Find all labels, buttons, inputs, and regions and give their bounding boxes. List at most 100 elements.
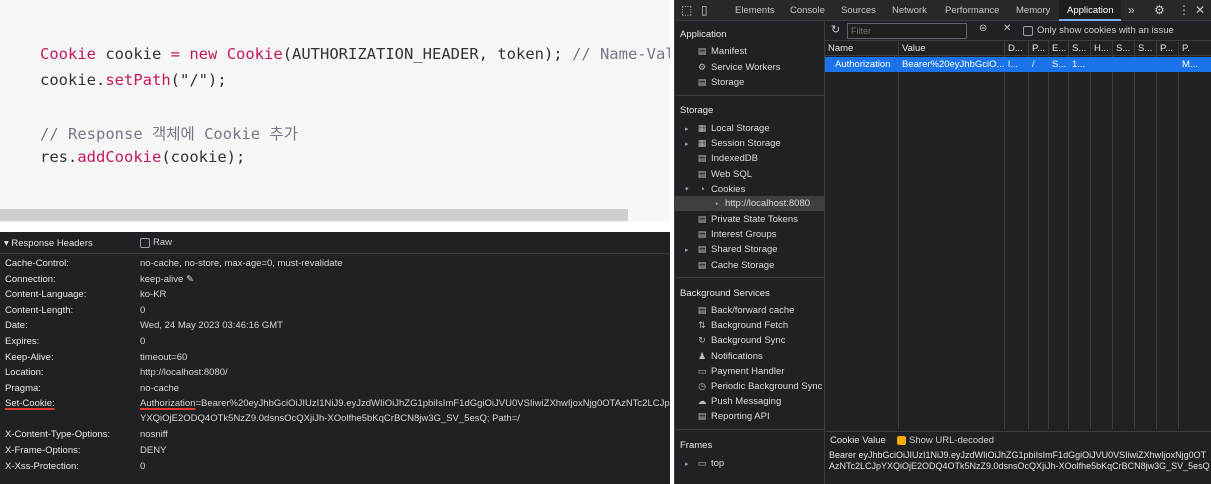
code-token: cookie (96, 45, 171, 63)
sidebar-item-service-workers[interactable]: ⚙ Service Workers (685, 60, 781, 75)
column-divider (1005, 56, 1029, 429)
sidebar-item-cookies[interactable]: ▾ ◔ Cookies (685, 182, 745, 197)
expand-arrow-icon[interactable]: ▸ (685, 125, 693, 133)
delete-selected-icon[interactable]: ✕ (1003, 23, 1011, 34)
tab-network[interactable]: Network (892, 5, 927, 16)
sidebar-item-cookie-origin[interactable]: ◔ http://localhost:8080 (675, 196, 824, 211)
sidebar-item-shared-storage[interactable]: ▸ ▤ Shared Storage (685, 242, 778, 257)
sidebar-item-notifications[interactable]: ♟ Notifications (685, 349, 763, 364)
header-value: http://localhost:8080/ (140, 367, 228, 379)
sidebar-item-label: Background Sync (711, 335, 786, 347)
header-row: Date: Wed, 24 May 2023 03:46:16 GMT (0, 320, 670, 335)
sidebar-item-storage[interactable]: ▤ Storage (685, 75, 745, 90)
column-header[interactable]: D... (1005, 41, 1029, 56)
header-row: X-Xss-Protection: 0 (0, 461, 670, 476)
code-scrollbar-thumb[interactable] (0, 209, 628, 221)
tab-elements[interactable]: Elements (735, 5, 775, 16)
column-header[interactable]: S... (1113, 41, 1135, 56)
sidebar-item-back-forward-cache[interactable]: ▤ Back/forward cache (685, 303, 795, 318)
gear-icon[interactable]: ⚙ (1154, 3, 1165, 17)
close-icon[interactable]: ✕ (1195, 3, 1205, 17)
header-value: timeout=60 (140, 351, 188, 363)
response-headers-toggle[interactable]: ▾ Response Headers (4, 238, 93, 249)
table-icon: ▦ (697, 123, 707, 133)
header-row: Pragma: no-cache (0, 383, 670, 398)
sidebar-item-label: Background Fetch (711, 320, 789, 332)
only-issue-checkbox[interactable] (1023, 25, 1033, 36)
device-toolbar-icon[interactable]: ▯ (701, 3, 708, 17)
header-name: X-Frame-Options: (5, 445, 81, 456)
expand-arrow-icon[interactable]: ▾ (685, 185, 693, 193)
column-header[interactable]: S... (1135, 41, 1157, 56)
tab-performance[interactable]: Performance (945, 5, 999, 16)
sidebar-item-label: Payment Handler (711, 365, 785, 377)
sidebar-item-background-sync[interactable]: ↻ Background Sync (685, 333, 785, 348)
column-header[interactable]: H... (1091, 41, 1113, 56)
column-header[interactable]: E... (1049, 41, 1069, 56)
more-tabs-icon[interactable]: » (1128, 3, 1135, 17)
show-url-decoded-toggle[interactable]: Show URL-decoded (897, 435, 994, 446)
sidebar-item-web-sql[interactable]: ▤ Web SQL (685, 167, 752, 182)
sidebar-item-private-state-tokens[interactable]: ▤ Private State Tokens (685, 212, 798, 227)
cookie-filter-bar: ↻ ⊜ ✕ Only show cookies with an issue (825, 21, 1211, 41)
sidebar-item-reporting-api[interactable]: ▤ Reporting API (685, 409, 770, 424)
sidebar-item-indexeddb[interactable]: ▤ IndexedDB (685, 151, 758, 166)
header-row: Cache-Control: no-cache, no-store, max-ag… (0, 258, 670, 273)
header-name: Keep-Alive: (5, 351, 54, 363)
clear-filtered-cookies-icon[interactable]: ⊜ (979, 23, 987, 34)
column-header[interactable]: Value (899, 41, 1005, 56)
fetch-icon: ⇅ (698, 320, 706, 331)
column-header[interactable]: P... (1157, 41, 1179, 56)
cookie-cell: M... (1182, 59, 1198, 70)
tab-console[interactable]: Console (790, 5, 825, 16)
raw-checkbox[interactable] (140, 237, 150, 248)
sidebar-item-manifest[interactable]: ▤ Manifest (685, 44, 747, 59)
filter-input[interactable] (847, 23, 967, 39)
column-divider (1179, 56, 1211, 429)
sidebar-item-local-storage[interactable]: ▸ ▦ Local Storage (685, 121, 770, 136)
header-row: X-Content-Type-Options: nosniff (0, 429, 670, 444)
sidebar-item-push-messaging[interactable]: ☁ Push Messaging (685, 394, 782, 409)
tab-sources[interactable]: Sources (841, 5, 876, 16)
column-header[interactable]: P. (1179, 41, 1211, 56)
sidebar-item-label: Session Storage (711, 138, 781, 150)
sidebar-item-background-fetch[interactable]: ⇅ Background Fetch (685, 318, 788, 333)
cookie-row[interactable]: Authorization Bearer%20eyJhbGciO... l... / S… (825, 57, 1211, 72)
tab-application[interactable]: Application (1059, 0, 1122, 21)
sidebar-item-label: Shared Storage (711, 244, 778, 256)
response-headers-panel: ▾ Response Headers Raw Cache-Control: no-… (0, 232, 670, 484)
show-url-decoded-label: Show URL-decoded (909, 435, 995, 446)
sidebar-item-session-storage[interactable]: ▸ ▦ Session Storage (685, 136, 781, 151)
sidebar-item-label: top (711, 458, 725, 469)
header-value: nosniff (140, 429, 168, 441)
expand-arrow-icon[interactable]: ▸ (685, 140, 693, 148)
sidebar-item-cache-storage[interactable]: ▤ Cache Storage (685, 258, 775, 273)
column-header[interactable]: P... (1029, 41, 1049, 56)
document-icon: ▤ (697, 411, 707, 422)
inspect-element-icon[interactable]: ⬚ (681, 3, 692, 17)
kebab-menu-icon[interactable]: ⋮ (1178, 3, 1190, 17)
cookie-icon: ◔ (699, 184, 705, 195)
only-issue-toggle[interactable]: Only show cookies with an issue (1023, 25, 1174, 36)
sidebar-divider (675, 95, 824, 96)
code-token: Cookie (40, 45, 96, 63)
sidebar-item-payment-handler[interactable]: ▭ Payment Handler (685, 364, 785, 379)
column-header[interactable]: Name (825, 41, 899, 56)
refresh-icon[interactable]: ↻ (831, 23, 840, 36)
sidebar-item-frame-top[interactable]: ▸ ▭ top (685, 456, 724, 471)
header-name: Connection: (5, 273, 56, 285)
database-icon: ▤ (697, 305, 707, 315)
code-token: new (189, 45, 218, 63)
cookies-view: ↻ ⊜ ✕ Only show cookies with an issue Na… (825, 21, 1211, 484)
show-url-decoded-checkbox[interactable] (897, 436, 906, 445)
sidebar-item-periodic-background-sync[interactable]: ◷ Periodic Background Sync (685, 379, 822, 394)
sidebar-item-interest-groups[interactable]: ▤ Interest Groups (685, 227, 777, 242)
header-name: X-Content-Type-Options: (5, 429, 111, 441)
tab-memory[interactable]: Memory (1016, 5, 1050, 16)
raw-toggle[interactable]: Raw (140, 237, 172, 248)
expand-arrow-icon[interactable]: ▸ (685, 246, 693, 254)
section-storage: Storage (680, 105, 714, 116)
column-header[interactable]: S... (1069, 41, 1091, 56)
expand-arrow-icon[interactable]: ▸ (685, 460, 693, 468)
